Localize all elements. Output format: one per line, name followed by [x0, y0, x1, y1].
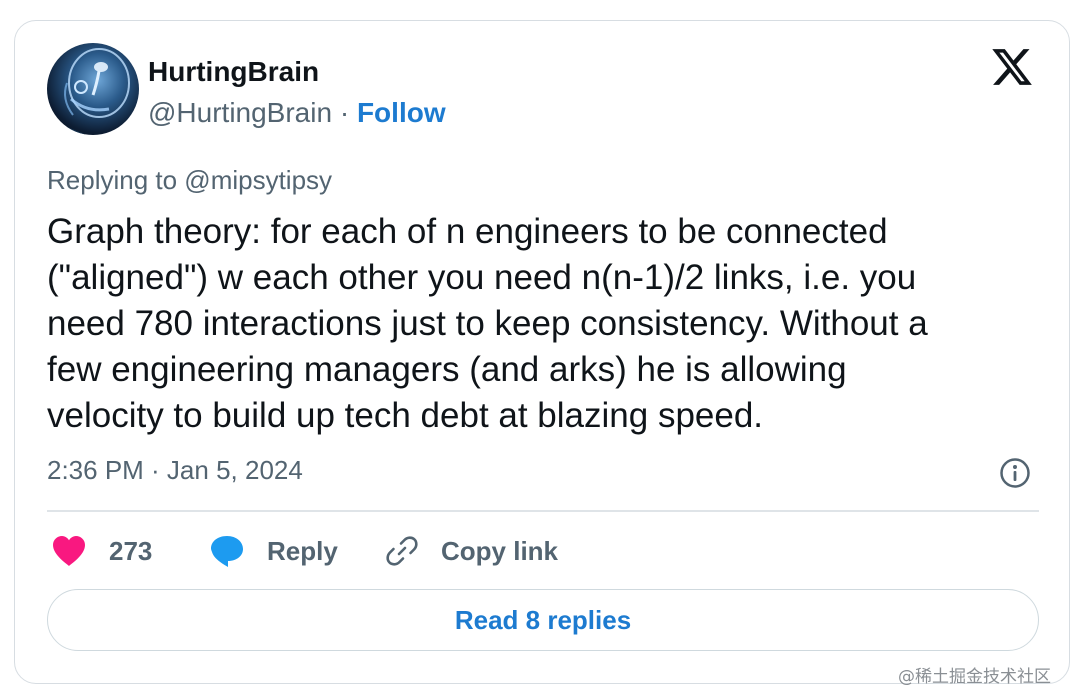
- author-handle-row: @HurtingBrain · Follow: [148, 97, 446, 129]
- copy-link-label: Copy link: [441, 535, 559, 566]
- divider: [47, 510, 1039, 512]
- tweet-embed-card: HurtingBrain @HurtingBrain · Follow Repl…: [14, 20, 1070, 684]
- heart-icon: [53, 536, 85, 566]
- info-icon[interactable]: [999, 457, 1031, 489]
- like-count: 273: [109, 535, 153, 566]
- tweet-timestamp[interactable]: 2:36 PM · Jan 5, 2024: [47, 455, 303, 486]
- tweet-text-line: few engineering managers (and arks) he i…: [47, 350, 847, 389]
- reply-label: Reply: [267, 535, 338, 566]
- author-handle[interactable]: @HurtingBrain: [148, 97, 332, 128]
- copy-link-button[interactable]: Copy link: [385, 533, 558, 569]
- tweet-text: Graph theory: for each of n engineers to…: [47, 209, 1047, 439]
- watermark: @稀土掘金技术社区: [898, 667, 1051, 687]
- tweet-text-line: Graph theory: for each of n engineers to…: [47, 212, 888, 251]
- tweet-text-line: velocity to build up tech debt at blazin…: [47, 396, 764, 435]
- tweet-text-line: need 780 interactions just to keep consi…: [47, 304, 928, 343]
- follow-button[interactable]: Follow: [357, 97, 446, 128]
- speech-bubble-icon: [211, 536, 243, 567]
- read-replies-button[interactable]: Read 8 replies: [47, 589, 1039, 651]
- replying-to[interactable]: Replying to @mipsytipsy: [47, 165, 332, 196]
- handle-separator: ·: [339, 97, 350, 128]
- like-button[interactable]: 273: [51, 533, 152, 569]
- reply-button[interactable]: Reply: [209, 533, 338, 569]
- avatar[interactable]: [47, 43, 139, 135]
- x-logo-icon[interactable]: [990, 45, 1034, 89]
- author-name[interactable]: HurtingBrain: [148, 56, 319, 88]
- link-icon: [386, 536, 418, 566]
- avatar-image: [47, 48, 130, 135]
- tweet-text-line: ("aligned") w each other you need n(n-1)…: [47, 258, 917, 297]
